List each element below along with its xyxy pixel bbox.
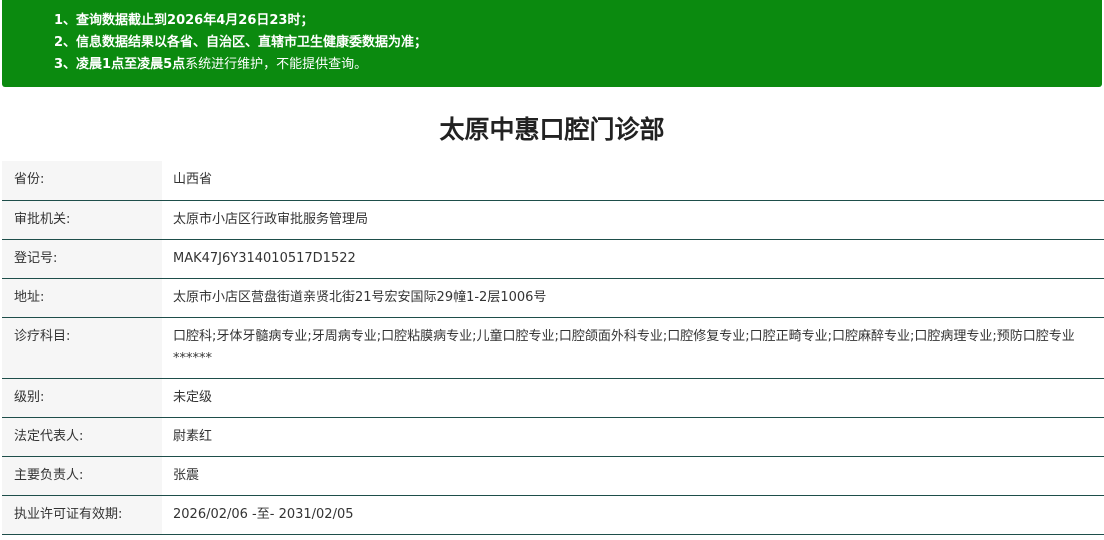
notice-line-3-prefix: 3、: [54, 57, 77, 72]
info-label: 主要负责人:: [2, 456, 162, 496]
info-label: 级别:: [2, 378, 162, 418]
info-row-license-validity: 执业许可证有效期: 2026/02/06 -至- 2031/02/05: [2, 495, 1104, 535]
info-label: 法定代表人:: [2, 417, 162, 457]
info-value: 口腔科;牙体牙髓病专业;牙周病专业;口腔粘膜病专业;儿童口腔专业;口腔颌面外科专…: [162, 317, 1104, 379]
info-label: 登记号:: [2, 239, 162, 279]
info-table: 省份: 山西省 审批机关: 太原市小店区行政审批服务管理局 登记号: MAK47…: [2, 161, 1104, 535]
info-label: 诊疗科目:: [2, 317, 162, 379]
page-title: 太原中惠口腔门诊部: [439, 115, 665, 144]
info-value: 2026/02/06 -至- 2031/02/05: [162, 495, 1104, 535]
info-row-approval-authority: 审批机关: 太原市小店区行政审批服务管理局: [2, 200, 1104, 240]
info-value: 尉素红: [162, 417, 1104, 457]
info-row-legal-representative: 法定代表人: 尉素红: [2, 417, 1104, 457]
notice-line-2: 2、信息数据结果以各省、自治区、直辖市卫生健康委数据为准；: [54, 35, 428, 50]
info-row-province: 省份: 山西省: [2, 161, 1104, 201]
info-label: 执业许可证有效期:: [2, 495, 162, 535]
info-label: 地址:: [2, 278, 162, 318]
info-label: 省份:: [2, 161, 162, 201]
info-value: 太原市小店区行政审批服务管理局: [162, 200, 1104, 240]
notice-line-3-suffix: 系统进行维护，不能提供查询。: [185, 57, 368, 72]
notice-line-3-highlight: 凌晨1点至凌晨5点: [76, 57, 186, 72]
notice-line-1-date: 2026年4月26日23时: [167, 13, 301, 28]
info-row-principal: 主要负责人: 张震: [2, 456, 1104, 496]
info-value: 山西省: [162, 161, 1104, 201]
notice-line-1-suffix: ；: [300, 13, 314, 28]
info-row-level: 级别: 未定级: [2, 378, 1104, 418]
info-label: 审批机关:: [2, 200, 162, 240]
notice-line-1-prefix: 1、查询数据截止到: [54, 13, 168, 28]
info-row-departments: 诊疗科目: 口腔科;牙体牙髓病专业;牙周病专业;口腔粘膜病专业;儿童口腔专业;口…: [2, 317, 1104, 379]
info-value: MAK47J6Y314010517D1522: [162, 239, 1104, 279]
notice-line-3: 3、凌晨1点至凌晨5点系统进行维护，不能提供查询。: [54, 54, 1102, 76]
notice-banner: 1、查询数据截止到2026年4月26日23时； 2、信息数据结果以各省、自治区、…: [2, 0, 1102, 87]
info-row-registration-number: 登记号: MAK47J6Y314010517D1522: [2, 239, 1104, 279]
notice-line-1: 1、查询数据截止到2026年4月26日23时；: [54, 10, 1102, 32]
info-value: 未定级: [162, 378, 1104, 418]
info-row-address: 地址: 太原市小店区营盘街道亲贤北街21号宏安国际29幢1-2层1006号: [2, 278, 1104, 318]
info-value: 张震: [162, 456, 1104, 496]
info-value: 太原市小店区营盘街道亲贤北街21号宏安国际29幢1-2层1006号: [162, 278, 1104, 318]
